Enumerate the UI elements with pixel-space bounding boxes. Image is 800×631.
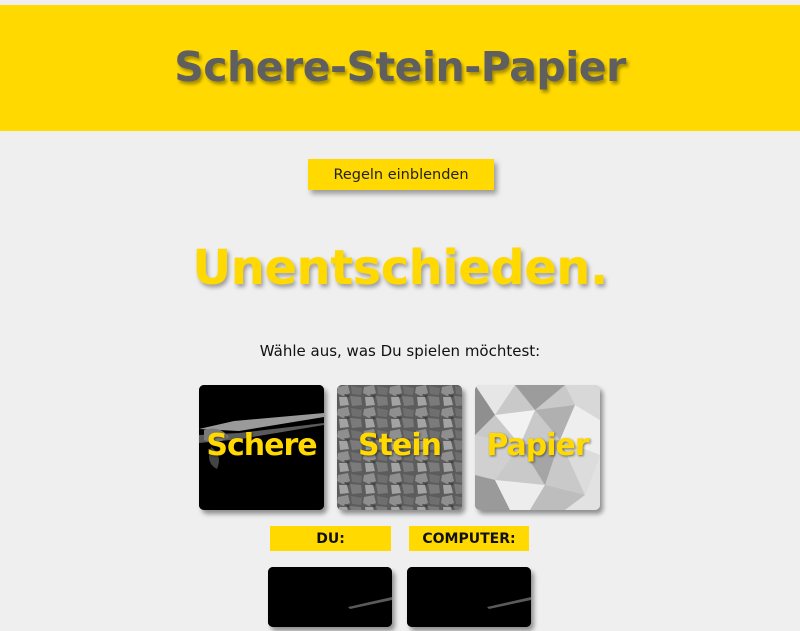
result-message: Unentschieden. [192,240,608,296]
page-title: Schere-Stein-Papier [174,43,626,91]
choice-paper-button[interactable]: Papier [475,385,600,510]
choice-scissors-button[interactable]: Schere [199,385,324,510]
computer-label: COMPUTER: [409,526,529,551]
choice-stone-label: Stein [358,428,442,463]
choice-stone-button[interactable]: Stein [337,385,462,510]
player-pick-image [268,567,392,627]
scissors-icon [407,567,531,627]
show-rules-button[interactable]: Regeln einblenden [308,159,494,190]
choice-scissors-label: Schere [206,428,317,463]
header-bar: Schere-Stein-Papier [0,5,800,131]
scissors-icon [268,567,392,627]
choice-prompt: Wähle aus, was Du spielen möchtest: [259,342,541,360]
player-label: DU: [270,526,391,551]
choice-paper-label: Papier [486,428,589,463]
computer-pick-image [407,567,531,627]
